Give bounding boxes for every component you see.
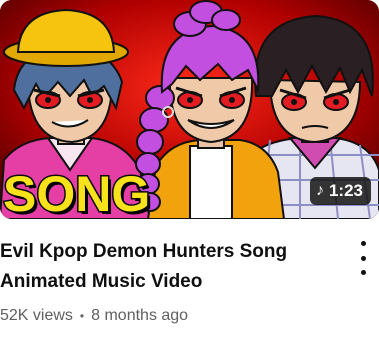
video-title[interactable]: Evil Kpop Demon Hunters Song Animated Mu… [0, 237, 335, 297]
duration-badge: ♪ 1:23 [309, 177, 371, 205]
music-note-icon: ♪ [315, 182, 324, 199]
menu-dot [360, 241, 366, 246]
video-title-line2: Animated Music Video [0, 271, 203, 292]
menu-dot [360, 255, 366, 261]
view-count: 52K views [0, 307, 73, 324]
video-card[interactable]: SONG ♪ 1:23 Evil Kpop Demon Hunters Song… [0, 0, 379, 337]
video-thumbnail[interactable]: SONG ♪ 1:23 [0, 0, 379, 219]
video-title-line1: Evil Kpop Demon Hunters Song [0, 241, 288, 262]
video-metadata: 52K views • 8 months ago [0, 307, 188, 325]
thumbnail-song-text: SONG [1, 166, 151, 220]
duration-text: 1:23 [328, 181, 363, 200]
more-vertical-icon[interactable] [353, 241, 373, 275]
meta-separator: • [79, 309, 85, 323]
menu-dot [360, 270, 366, 275]
upload-age: 8 months ago [91, 307, 189, 324]
